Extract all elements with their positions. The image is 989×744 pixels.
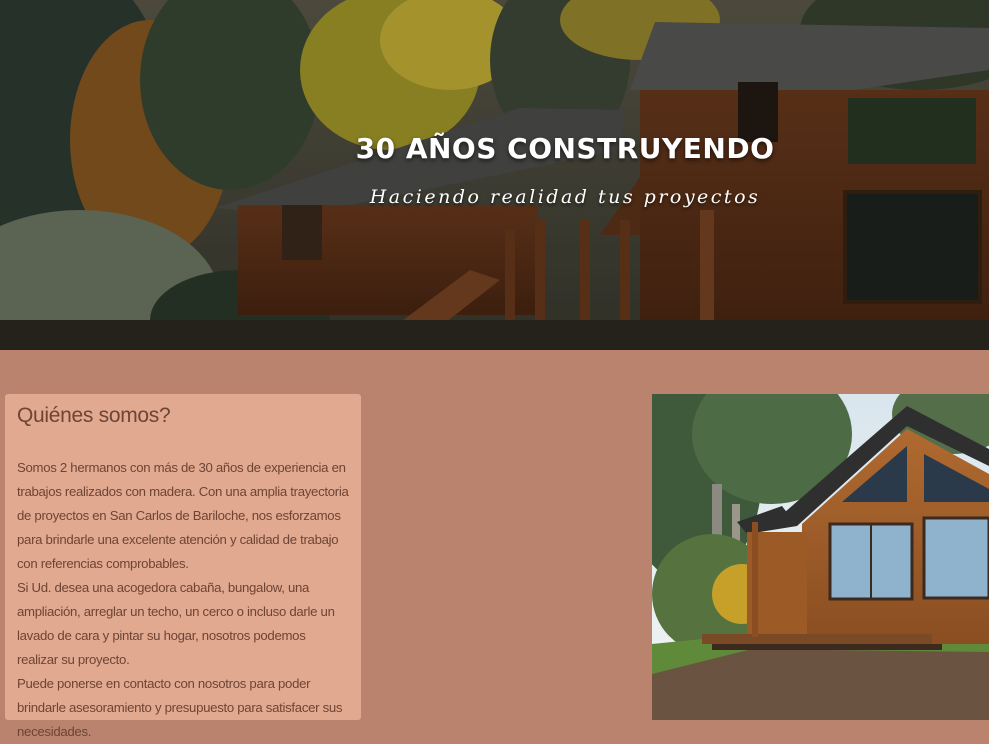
about-us-text: Somos 2 hermanos con más de 30 años de e… [17,456,349,744]
about-paragraph-2: Si Ud. desea una acogedora cabaña, bunga… [17,580,335,667]
hero-banner: 30 AÑOS CONSTRUYENDO Haciendo realidad t… [0,0,989,350]
about-paragraph-1: Somos 2 hermanos con más de 30 años de e… [17,460,349,571]
about-paragraph-3: Puede ponerse en contacto con nosotros p… [17,676,343,739]
about-us-card: Quiénes somos? Somos 2 hermanos con más … [5,394,361,739]
hero-subtitle: Haciendo realidad tus proyectos [369,186,761,208]
hero-title: 30 AÑOS CONSTRUYENDO [355,132,775,165]
cabin-image [652,394,989,720]
about-us-heading: Quiénes somos? [17,404,171,427]
cabin-photo [652,394,989,720]
hero-text-overlay: 30 AÑOS CONSTRUYENDO Haciendo realidad t… [0,0,989,350]
